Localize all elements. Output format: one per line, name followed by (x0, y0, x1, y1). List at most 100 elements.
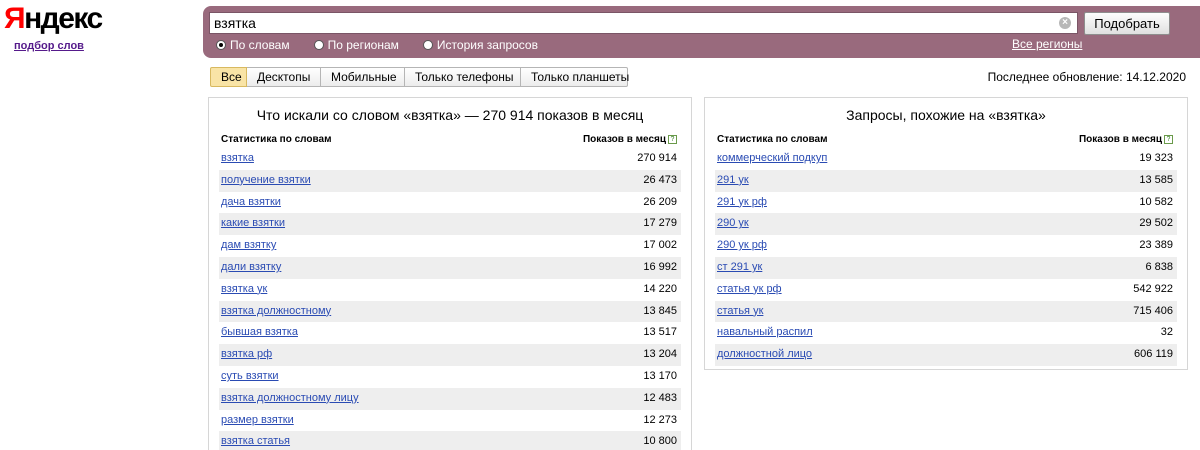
keyword-link[interactable]: взятка ук (221, 283, 267, 295)
impressions-count: 12 273 (643, 413, 677, 426)
impressions-count: 606 119 (1134, 348, 1173, 361)
keyword-link[interactable]: 290 ук (717, 217, 749, 229)
table-row: суть взятки 13 170 (219, 366, 681, 388)
impressions-count: 32 (1160, 326, 1173, 339)
impressions-count: 14 220 (643, 282, 677, 295)
yandex-logo[interactable]: Яндекс подбор слов (4, 2, 104, 52)
impressions-count: 23 389 (1139, 239, 1173, 252)
impressions-count: 16 992 (643, 260, 677, 273)
impressions-count: 26 473 (643, 173, 677, 186)
impressions-count: 13 170 (643, 369, 677, 382)
tab-all[interactable]: Все (210, 67, 247, 87)
search-mode-radios: По словам По регионам История запросов (216, 38, 562, 52)
impressions-count: 6 838 (1145, 260, 1173, 273)
tab-desktops[interactable]: Десктопы (247, 67, 321, 87)
logo-letter-first: Я (4, 2, 26, 35)
wordstat-home-link[interactable]: подбор слов (14, 40, 104, 52)
keyword-link[interactable]: получение взятки (221, 174, 311, 186)
keyword-link[interactable]: взятка рф (221, 348, 272, 360)
impressions-count: 13 204 (643, 348, 677, 361)
column-header: Статистика по словам Показов в месяц? (219, 132, 681, 148)
keyword-link[interactable]: должностной лицо (717, 348, 812, 360)
table-row: бывшая взятка 13 517 (219, 322, 681, 344)
table-row: взятка ук 14 220 (219, 279, 681, 301)
radio-query-history[interactable]: История запросов (422, 38, 538, 52)
table-row: дам взятку 17 002 (219, 235, 681, 257)
keyword-link[interactable]: статья ук (717, 305, 763, 317)
impressions-count: 10 800 (643, 435, 677, 448)
keyword-link[interactable]: взятка статья (221, 435, 290, 447)
impressions-count: 13 845 (643, 304, 677, 317)
table-row: взятка 270 914 (219, 148, 681, 170)
table-row: получение взятки 26 473 (219, 169, 681, 192)
pick-button[interactable]: Подобрать (1084, 12, 1170, 35)
panel-title: Запросы, похожие на «взятка» (846, 107, 1046, 123)
radio-dot[interactable] (422, 40, 433, 50)
table-row: размер взятки 12 273 (219, 410, 681, 432)
radio-dot[interactable] (313, 40, 324, 50)
radio-label: По регионам (327, 38, 399, 52)
help-icon[interactable]: ? (668, 135, 677, 144)
column-header-impressions: Показов в месяц? (583, 134, 677, 145)
radio-by-regions[interactable]: По регионам (313, 38, 399, 52)
keyword-link[interactable]: дача взятки (221, 196, 281, 208)
column-header-impressions-label: Показов в месяц (582, 134, 666, 145)
impressions-count: 13 585 (1139, 173, 1173, 186)
table-row: дали взятку 16 992 (219, 256, 681, 279)
keyword-link[interactable]: 291 ук рф (717, 196, 767, 208)
impressions-count: 542 922 (1133, 282, 1173, 295)
column-header-impressions: Показов в месяц? (1079, 134, 1173, 145)
tab-phones-only[interactable]: Только телефоны (405, 67, 521, 87)
keyword-link[interactable]: взятка должностному (221, 305, 331, 317)
help-icon[interactable]: ? (1164, 135, 1173, 144)
clear-icon[interactable]: × (1059, 17, 1071, 29)
impressions-count: 19 323 (1139, 152, 1173, 164)
device-tabs: Все Десктопы Мобильные Только телефоны Т… (210, 67, 629, 87)
table-row: ст 291 ук 6 838 (715, 256, 1177, 279)
impressions-count: 13 517 (643, 326, 677, 339)
keyword-link[interactable]: суть взятки (221, 370, 279, 382)
tab-mobile[interactable]: Мобильные (321, 67, 405, 87)
search-box[interactable]: × (209, 12, 1078, 34)
tab-tablets-only[interactable]: Только планшеты (521, 67, 629, 87)
keyword-link[interactable]: взятка должностному лицу (221, 392, 359, 404)
impressions-count: 29 502 (1139, 217, 1173, 230)
keyword-link[interactable]: коммерческий подкуп (717, 152, 827, 164)
table-row: какие взятки 17 279 (219, 213, 681, 236)
keyword-link[interactable]: дам взятку (221, 239, 276, 251)
logo-letters-rest: ндекс (24, 2, 103, 35)
keyword-link[interactable]: 290 ук рф (717, 239, 767, 251)
table-row: статья ук 715 406 (715, 300, 1177, 323)
keyword-link[interactable]: бывшая взятка (221, 326, 298, 338)
all-regions-link[interactable]: Все регионы (1012, 37, 1082, 51)
keyword-link[interactable]: размер взятки (221, 414, 294, 426)
column-header-words: Статистика по словам (717, 134, 828, 145)
column-header-impressions-label: Показов в месяц (1078, 134, 1162, 145)
keyword-link[interactable]: статья ук рф (717, 283, 782, 295)
table-row: 290 ук 29 502 (715, 213, 1177, 236)
radio-label: История запросов (436, 38, 538, 52)
table-row: дача взятки 26 209 (219, 192, 681, 214)
keyword-link[interactable]: взятка (221, 152, 254, 164)
impressions-count: 17 002 (643, 239, 677, 252)
keyword-link[interactable]: какие взятки (221, 217, 285, 229)
search-header-bar-tail (1174, 6, 1200, 58)
table-row: навальный распил 32 (715, 322, 1177, 344)
radio-dot-selected[interactable] (216, 40, 226, 50)
keyword-link[interactable]: дали взятку (221, 261, 281, 273)
table-row: 290 ук рф 23 389 (715, 235, 1177, 257)
impressions-count: 17 279 (643, 217, 677, 230)
logo-mark: Яндекс (4, 2, 104, 36)
similar-queries-panel: Запросы, похожие на «взятка» Статистика … (704, 97, 1188, 370)
keyword-link[interactable]: ст 291 ук (717, 261, 762, 273)
keyword-link[interactable]: 291 ук (717, 174, 749, 186)
keyword-link[interactable]: навальный распил (717, 326, 813, 338)
table-row: 291 ук рф 10 582 (715, 192, 1177, 214)
last-update-text: Последнее обновление: 14.12.2020 (987, 70, 1186, 84)
impressions-count: 715 406 (1133, 304, 1173, 317)
impressions-count: 26 209 (643, 195, 677, 208)
table-row: взятка должностному лицу 12 483 (219, 387, 681, 410)
search-input[interactable] (214, 15, 1054, 31)
radio-by-words[interactable]: По словам (216, 38, 290, 52)
impressions-count: 12 483 (643, 391, 677, 404)
